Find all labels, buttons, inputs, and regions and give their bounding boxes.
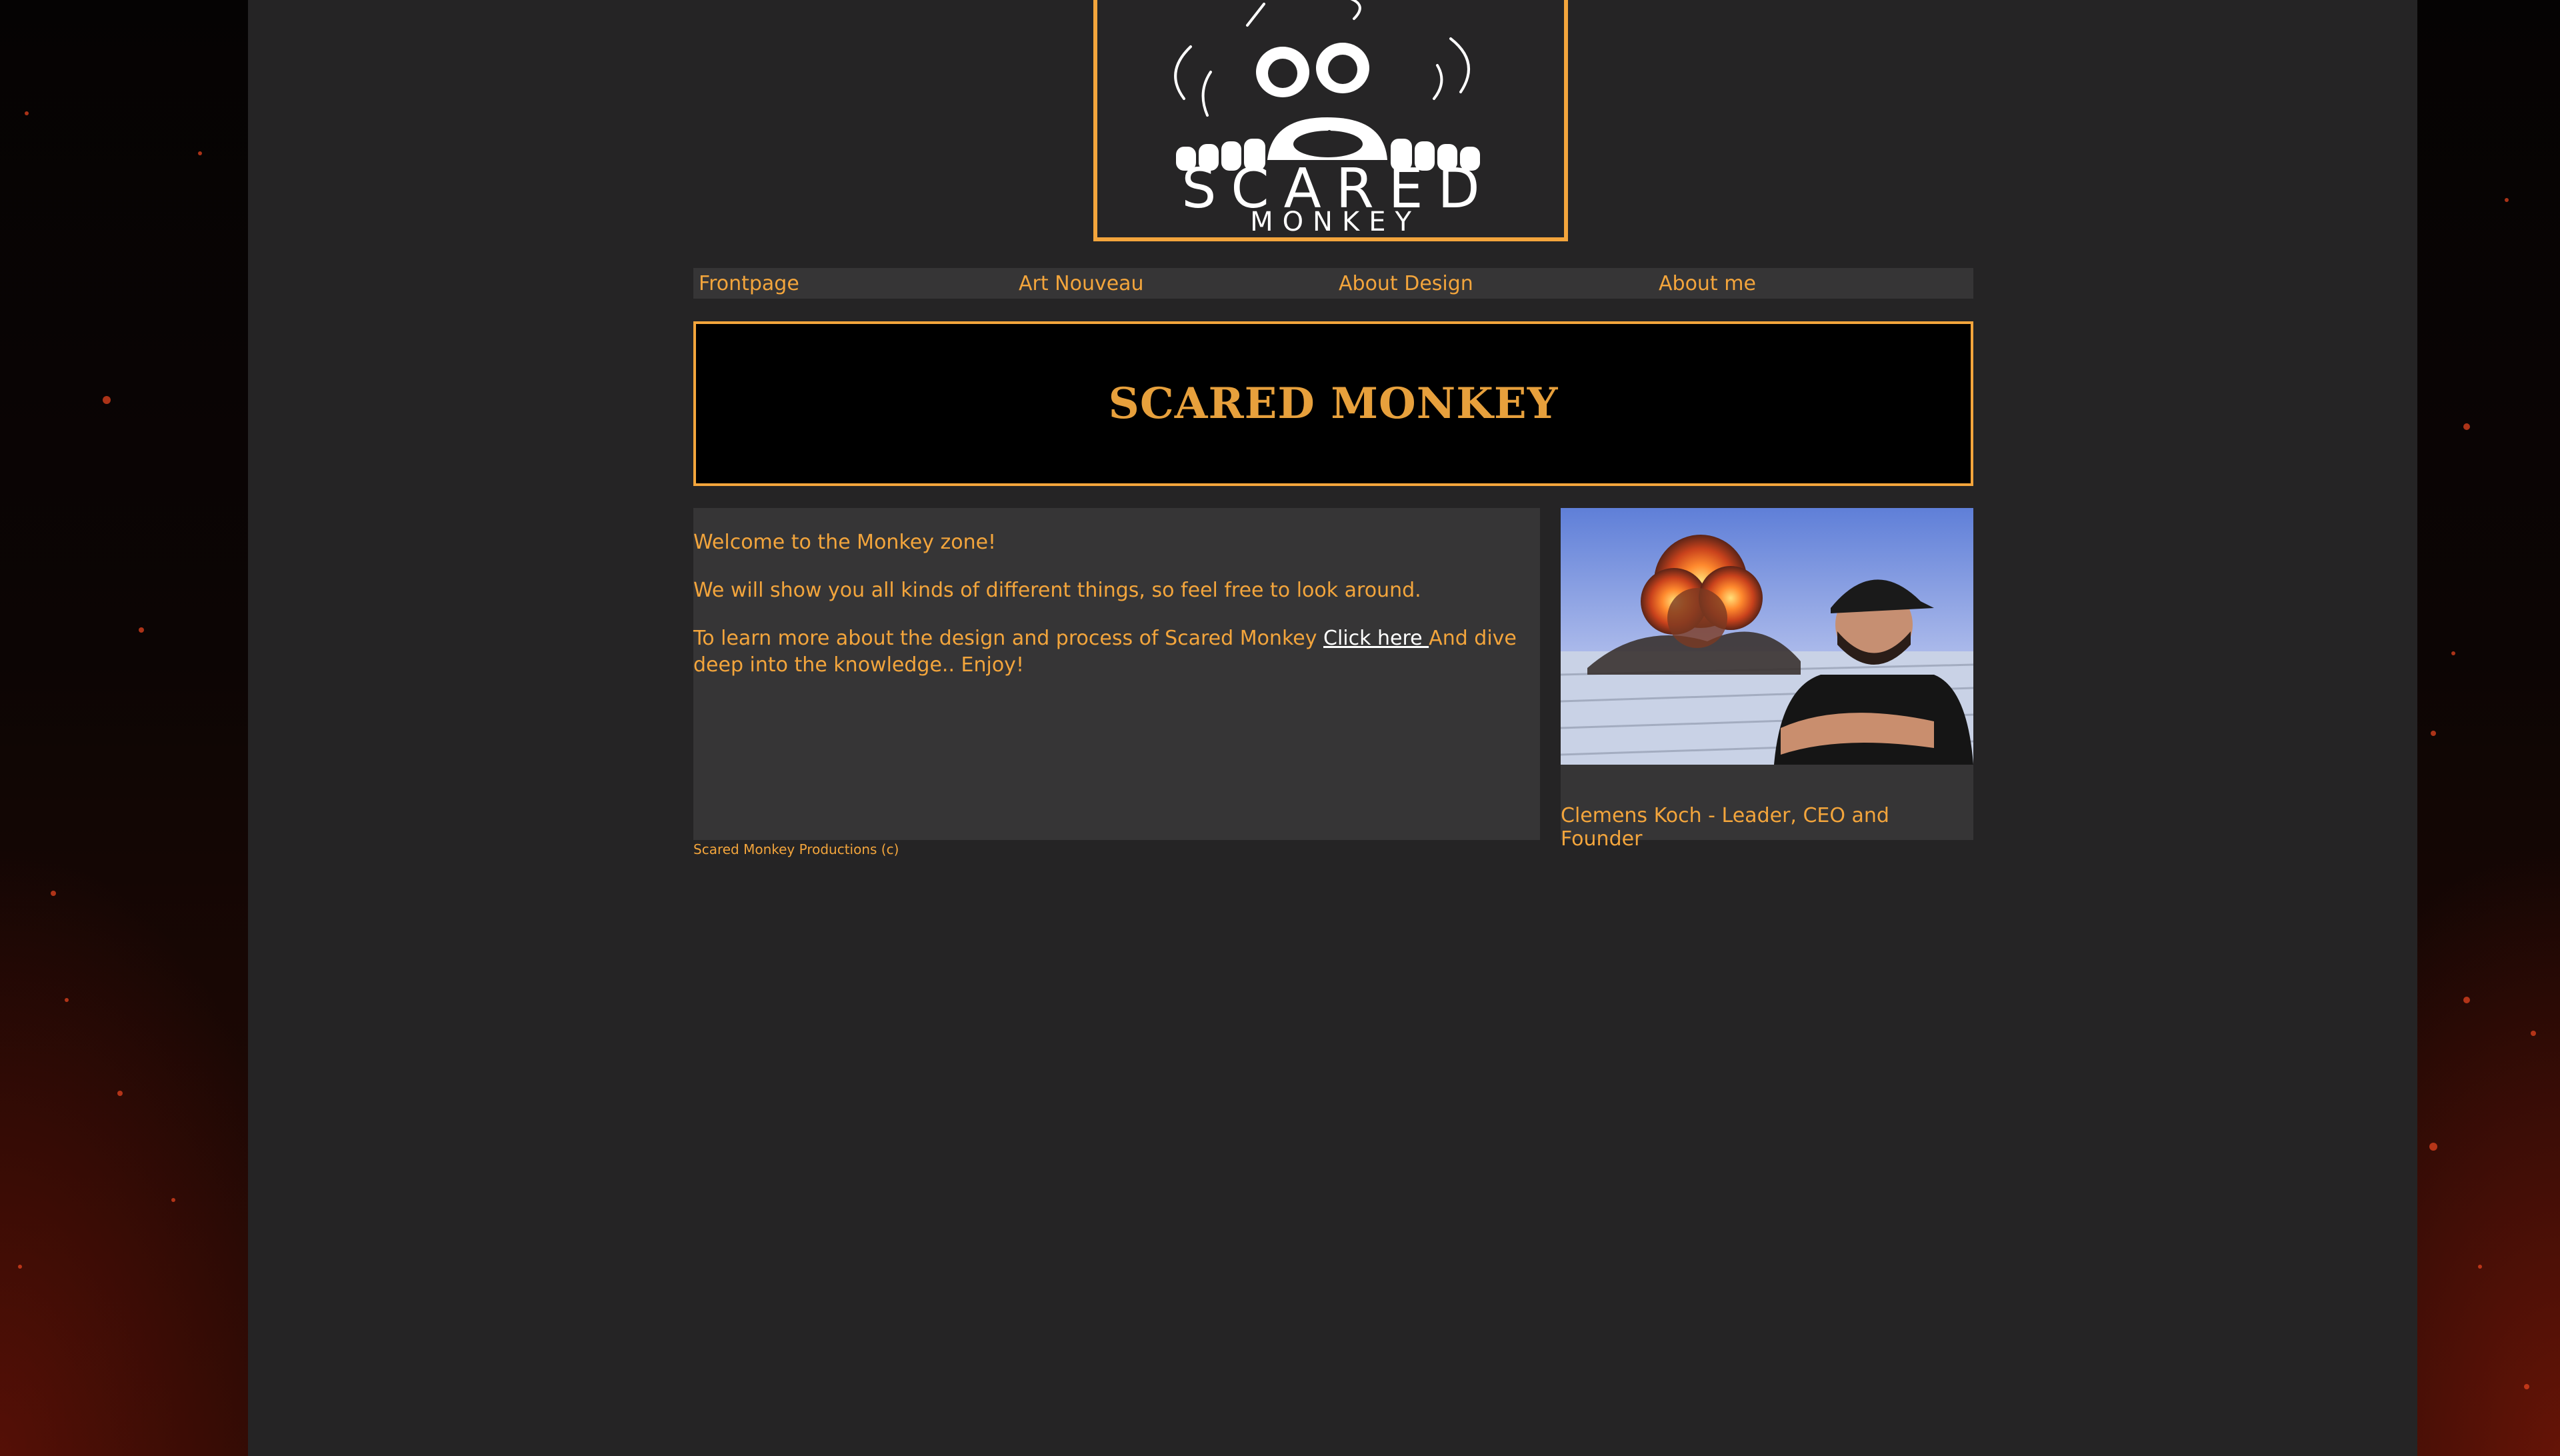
welcome-line: Welcome to the Monkey zone! [693, 531, 997, 554]
site-logo[interactable]: SCARED MONKEY [1093, 0, 1568, 241]
nav-art-nouveau[interactable]: Art Nouveau [1013, 268, 1333, 299]
design-info-line: To learn more about the design and proce… [693, 625, 1540, 679]
logo-subtitle: MONKEY [1250, 207, 1421, 237]
founder-photo [1561, 508, 1973, 765]
page-title: SCARED MONKEY [1108, 379, 1559, 429]
intro-line: We will show you all kinds of different … [693, 579, 1421, 602]
nav-frontpage[interactable]: Frontpage [693, 268, 1013, 299]
founder-card: Clemens Koch - Leader, CEO and Founder [1561, 508, 1973, 851]
design-info-text: To learn more about the design and proce… [693, 627, 1323, 650]
founder-caption: Clemens Koch - Leader, CEO and Founder [1561, 804, 1889, 851]
nav-about-me[interactable]: About me [1653, 268, 1973, 299]
click-here-link[interactable]: Click here [1323, 627, 1429, 650]
title-banner: SCARED MONKEY [693, 321, 1973, 486]
nav-about-design[interactable]: About Design [1333, 268, 1653, 299]
main-nav: Frontpage Art Nouveau About Design About… [693, 268, 1973, 299]
welcome-section: Welcome to the Monkey zone! We will show… [693, 508, 1540, 840]
copyright-text: Scared Monkey Productions (c) [693, 841, 899, 857]
